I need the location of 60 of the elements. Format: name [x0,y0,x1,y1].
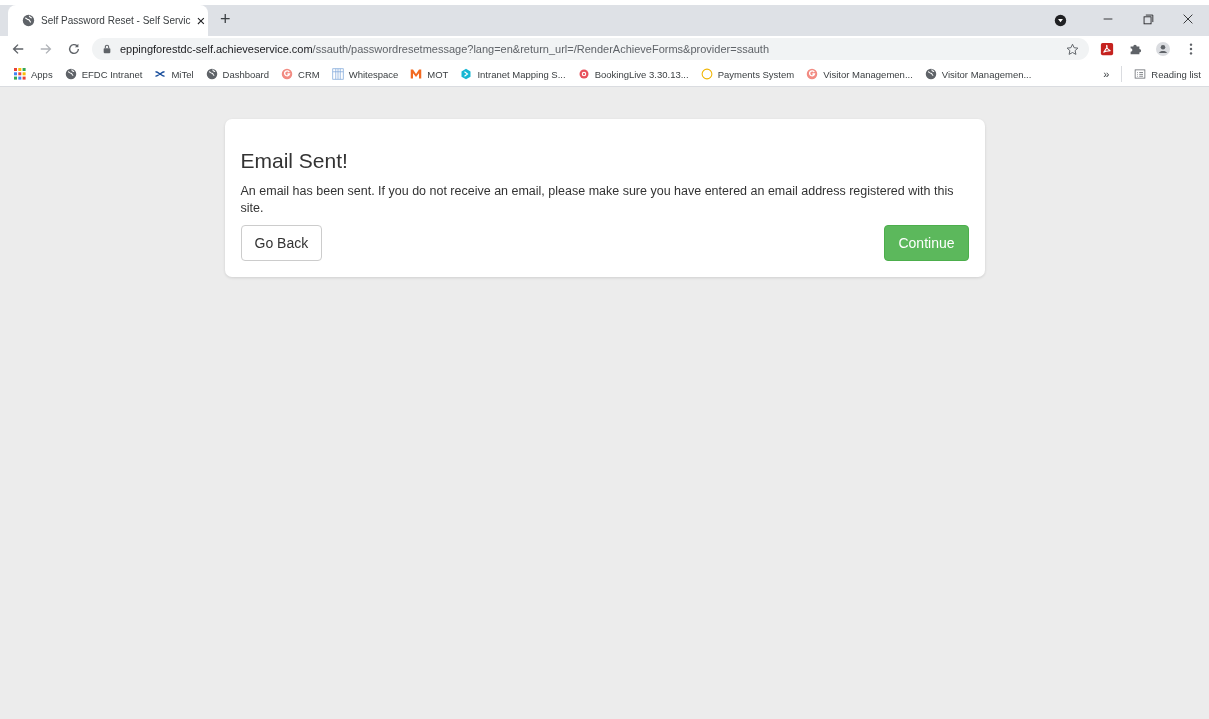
globe-icon [924,68,937,80]
url-host: eppingforestdc-self.achieveservice.com [120,43,313,55]
globe-icon [64,68,77,80]
bookmark[interactable]: MOT [410,68,449,80]
m-logo-icon [410,68,423,80]
close-tab-button[interactable]: × [196,12,206,29]
reload-icon[interactable] [67,42,81,56]
bookmark-label: Dashboard [222,68,270,80]
bookmark[interactable]: Dashboard [205,68,270,80]
url-path: /ssauth/passwordresetmessage?lang=en&return_url=/RenderAchieveForms&provider=ssauth [312,43,770,55]
bookmark-label: Visitor Managemen... [823,68,913,80]
bookmark-label: Visitor Managemen... [941,68,1032,80]
profile-icon[interactable] [1156,42,1170,56]
bookmark[interactable]: CRM [281,68,320,80]
globe-icon [22,14,35,27]
address-bar[interactable]: eppingforestdc-self.achieveservice.com/ssauth/passwordresetmessage?lang=en&return_url=/RenderAchieveForms&provider=ssauth [92,38,1089,60]
more-bookmarks-button[interactable]: » [1103,68,1110,80]
grid-icon [14,68,26,80]
bookmark[interactable]: Visitor Managemen... [924,68,1032,80]
bookmark[interactable]: Visitor Managemen... [806,68,913,80]
puzzle-icon[interactable] [1128,42,1142,56]
letter-g-icon [806,68,819,80]
letter-g-icon [281,68,294,80]
bookmark-label: Whitespace [348,68,399,80]
bookmark-label: Intranet Mapping S... [477,68,566,80]
back-icon[interactable] [11,42,25,56]
pdf-icon[interactable] [1100,42,1114,56]
heading: Email Sent! [240,149,349,173]
columns-icon [331,68,344,80]
bookmark[interactable]: EFDC Intranet [64,68,143,80]
bookmark[interactable]: BookingLive 3.30.13... [577,68,689,80]
browser-tab[interactable]: Self Password Reset - Self Servic × [8,5,208,36]
close-icon[interactable] [1181,12,1195,26]
back-button[interactable]: Go Back [240,225,323,261]
list-icon [1134,68,1147,80]
bookmark[interactable]: Apps [14,68,53,80]
message-text: An email has been sent. If you do not receive an email, please make sure you have entered an email address registered with this site. [240,183,955,217]
bookmark-label: MiTel [171,68,194,80]
bookmark-label: MOT [427,68,449,80]
globe-icon [205,68,218,80]
lock-icon [102,44,112,54]
new-tab-button[interactable]: + [220,9,231,30]
bookmark-label: EFDC Intranet [81,68,143,80]
restore-icon[interactable] [1141,12,1155,26]
star-icon[interactable] [1066,42,1079,56]
tab-title: Self Password Reset - Self Servic [41,15,191,26]
bookmark[interactable]: MiTel [154,68,194,80]
target-icon [577,68,590,80]
bookmark-label: CRM [298,68,320,80]
bookmark[interactable]: Whitespace [331,68,399,80]
ring-icon [700,68,713,80]
hexagon-icon [460,68,473,80]
bookmark[interactable]: Payments System [700,68,795,80]
dropdown-icon[interactable] [1054,14,1067,27]
bookmark-label: Apps [31,68,53,80]
reading-list-button[interactable]: Reading list [1134,68,1201,80]
bookmark-label: Payments System [717,68,795,80]
bookmark[interactable]: Intranet Mapping S... [460,68,566,80]
loop-icon [154,68,167,80]
bookmark-label: BookingLive 3.30.13... [594,68,689,80]
